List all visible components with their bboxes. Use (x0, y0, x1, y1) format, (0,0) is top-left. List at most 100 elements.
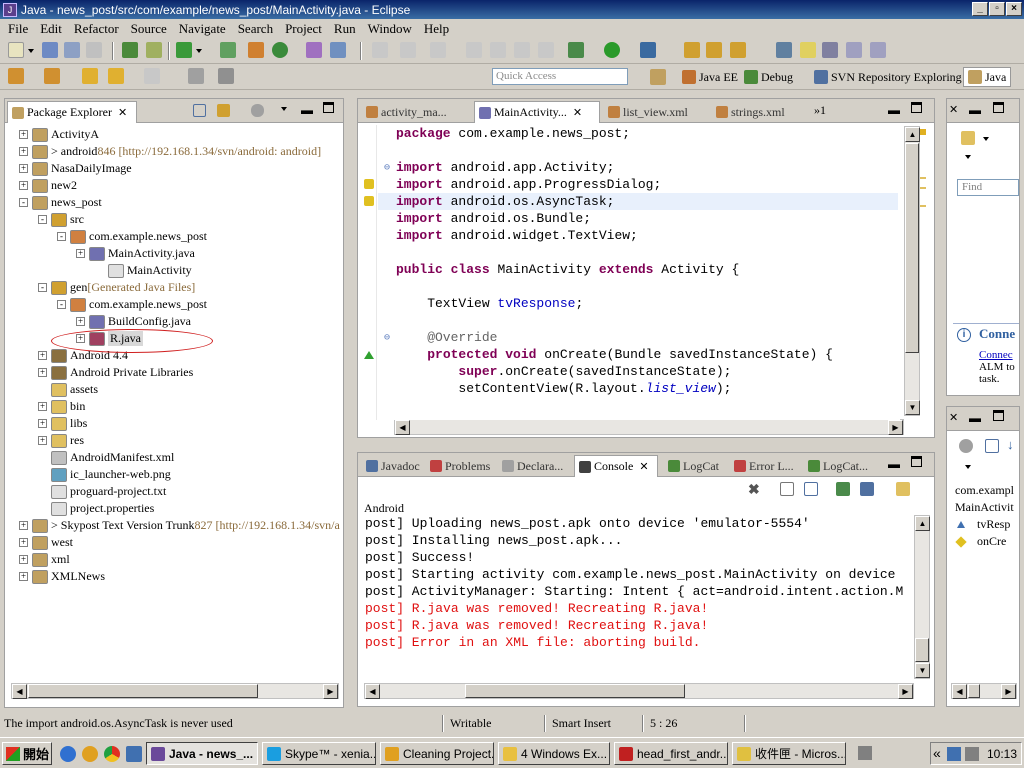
remove-launch-icon[interactable]: ✖ (748, 481, 760, 498)
android-sdk-icon[interactable] (122, 42, 138, 58)
run-icon[interactable] (604, 42, 620, 58)
collapse-icon[interactable]: - (57, 300, 66, 309)
collapse-icon[interactable]: - (38, 283, 47, 292)
minimize-editor-icon[interactable]: ▬ (888, 103, 900, 117)
tree-item[interactable]: + Android Private Libraries (38, 364, 193, 381)
new-icon[interactable] (8, 42, 24, 58)
close-button[interactable]: × (1006, 2, 1022, 16)
menu-file[interactable]: File (2, 21, 34, 37)
debug-icon[interactable] (568, 42, 584, 58)
ie-icon[interactable] (60, 746, 76, 762)
network-icon[interactable] (947, 747, 961, 761)
tree-item[interactable]: project.properties (38, 500, 154, 517)
editor-tab-overflow[interactable]: »1 (814, 103, 826, 118)
sort-icon[interactable]: ↓ (1007, 437, 1014, 452)
expand-icon[interactable]: + (19, 147, 28, 156)
taskbar-button[interactable]: Java - news_... (146, 742, 258, 765)
close-icon[interactable]: ✕ (573, 106, 582, 119)
expand-icon[interactable]: + (19, 572, 28, 581)
warning-icon[interactable] (364, 196, 374, 206)
tree-item[interactable]: MainActivity (95, 262, 192, 279)
taskbar-button[interactable]: 4 Windows Ex... (498, 742, 610, 765)
tab-package-explorer[interactable]: Package Explorer ✕ (7, 101, 137, 123)
maximize-view-icon[interactable] (323, 102, 334, 113)
disconnect-icon[interactable] (538, 42, 554, 58)
minimize-view-icon[interactable]: ▬ (301, 103, 313, 117)
code-editor[interactable]: ⊖ ⊖ package com.example.news_post; import… (360, 125, 900, 420)
expand-icon[interactable]: + (38, 351, 47, 360)
collapse-icon[interactable]: - (19, 198, 28, 207)
tree-item[interactable]: proguard-project.txt (38, 483, 166, 500)
start-button[interactable]: 開始 (2, 742, 52, 765)
next-annotation-icon[interactable] (8, 68, 24, 84)
tree-item[interactable]: + BuildConfig.java (76, 313, 191, 330)
avd-manager-icon[interactable] (146, 42, 162, 58)
tree-item[interactable]: + NasaDailyImage (19, 160, 132, 177)
new-task-icon[interactable] (961, 131, 975, 145)
open-task-icon[interactable] (706, 42, 722, 58)
perspective-java[interactable]: Java (963, 67, 1012, 87)
expand-icon[interactable]: + (19, 538, 28, 547)
toggle-breadcrumb-icon[interactable] (776, 42, 792, 58)
save-icon[interactable] (42, 42, 58, 58)
minimize-button[interactable]: _ (972, 2, 988, 16)
maximize-editor-icon[interactable] (911, 102, 922, 113)
new-class-icon[interactable] (248, 42, 264, 58)
menu-window[interactable]: Window (362, 21, 418, 37)
show-whitespace-icon[interactable] (870, 42, 886, 58)
print-icon[interactable] (86, 42, 102, 58)
outline-item[interactable]: tvResp (957, 517, 1010, 532)
find-input[interactable]: Find (957, 179, 1019, 196)
maximize-view-icon[interactable] (993, 102, 1004, 113)
outline-item[interactable]: onCre (955, 534, 1006, 549)
step-icon[interactable] (430, 42, 446, 58)
filter-icon[interactable] (959, 439, 973, 453)
explorer-hscrollbar[interactable]: ◀ ▶ (11, 683, 339, 699)
expand-icon[interactable]: + (76, 249, 85, 258)
connect-link[interactable]: Connec (979, 349, 1013, 361)
minimize-view-icon[interactable]: ▬ (969, 411, 981, 425)
collapse-all-icon[interactable] (193, 104, 206, 117)
refresh-icon[interactable] (272, 42, 288, 58)
expand-icon[interactable]: + (19, 181, 28, 190)
scroll-lock-icon[interactable] (804, 482, 818, 496)
mark-occurrences-icon[interactable] (800, 42, 816, 58)
expand-icon[interactable]: + (38, 419, 47, 428)
open-console-icon[interactable] (896, 482, 910, 496)
taskbar-button[interactable]: head_first_andr... (614, 742, 728, 765)
expand-icon[interactable]: + (19, 130, 28, 139)
expand-icon[interactable]: + (38, 402, 47, 411)
outline-item[interactable]: MainActivit (955, 500, 1014, 515)
block-selection-icon[interactable] (822, 42, 838, 58)
bottom-tab-errorl[interactable]: Error L... (730, 455, 802, 477)
tree-item[interactable]: - src (38, 211, 84, 228)
terminate-icon[interactable] (514, 42, 530, 58)
menu-project[interactable]: Project (279, 21, 328, 37)
link-with-editor-icon[interactable] (217, 104, 230, 117)
menu-help[interactable]: Help (418, 21, 455, 37)
editor-hscrollbar[interactable]: ◀ ▶ (394, 419, 904, 435)
expand-icon[interactable]: + (19, 521, 28, 530)
tree-item[interactable]: + libs (38, 415, 87, 432)
tree-item[interactable]: + > Skypost Text Version Trunk 827 [http:… (19, 517, 340, 534)
tree-item[interactable]: ic_launcher-web.png (38, 466, 171, 483)
forward-icon[interactable] (144, 68, 160, 84)
pin-editor-icon[interactable] (188, 68, 204, 84)
open-type-icon[interactable] (684, 42, 700, 58)
menu-refactor[interactable]: Refactor (68, 21, 125, 37)
link-editor-icon[interactable] (218, 68, 234, 84)
close-icon[interactable]: ✕ (949, 103, 958, 116)
close-icon[interactable]: ✕ (639, 460, 648, 473)
pin-console-icon[interactable] (836, 482, 850, 496)
tree-item[interactable]: AndroidManifest.xml (38, 449, 174, 466)
language-bar-icon[interactable] (858, 746, 872, 760)
editor-tab[interactable]: MainActivity... ✕ (474, 101, 600, 123)
tree-item[interactable]: + ActivityA (19, 126, 99, 143)
display-console-icon[interactable] (860, 482, 874, 496)
back-icon[interactable] (108, 68, 124, 84)
fold-icon[interactable]: ⊖ (384, 332, 390, 344)
outlook-quicklaunch-icon[interactable] (82, 746, 98, 762)
taskbar-button[interactable]: Skype™ - xenia... (262, 742, 376, 765)
maximize-console-icon[interactable] (911, 456, 922, 467)
collapse-all-icon[interactable] (985, 439, 999, 453)
